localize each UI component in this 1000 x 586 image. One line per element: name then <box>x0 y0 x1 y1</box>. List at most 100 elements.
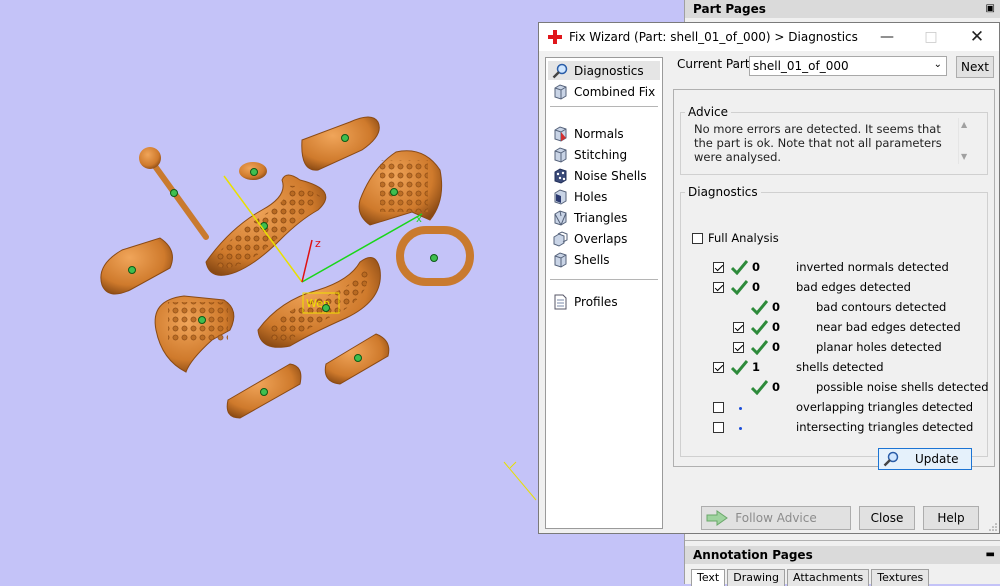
green-check-icon <box>751 300 768 315</box>
resize-grip-icon[interactable] <box>989 523 997 531</box>
nav-item-label: Diagnostics <box>574 63 644 78</box>
green-check-icon <box>751 380 768 395</box>
intersecting-triangles-label: intersecting triangles detected <box>796 420 974 434</box>
nav-item-normals[interactable]: Normals <box>548 124 660 143</box>
nav-item-profiles[interactable]: Profiles <box>548 292 660 311</box>
nav-item-noise-shells[interactable]: Noise Shells <box>548 166 660 185</box>
part-left-clasp[interactable] <box>100 237 173 295</box>
normals-cube-icon <box>554 125 567 142</box>
shells-icon <box>554 251 567 268</box>
near-bad-edges-checkbox[interactable] <box>733 322 744 333</box>
part-top-clasp[interactable] <box>301 116 380 171</box>
tab-attachments[interactable]: Attachments <box>787 569 870 586</box>
holes-cube-icon <box>554 188 567 205</box>
maximize-icon[interactable]: □ <box>921 27 941 47</box>
overlapping-triangles-label: overlapping triangles detected <box>796 400 974 414</box>
help-button[interactable]: Help <box>923 506 979 530</box>
full-analysis-checkbox[interactable] <box>692 233 703 244</box>
part-flat-bar[interactable] <box>226 363 302 419</box>
nav-item-diagnostics[interactable]: Diagnostics <box>548 61 660 80</box>
nav-item-overlaps[interactable]: Overlaps <box>548 229 660 248</box>
close-icon[interactable]: ✕ <box>967 27 987 47</box>
bad-edges-checkbox[interactable] <box>713 282 724 293</box>
axis-z-label: z <box>315 237 321 250</box>
near-bad-edges-count: 0 <box>772 320 781 334</box>
nav-item-label: Profiles <box>574 294 618 309</box>
follow-advice-button[interactable]: Follow Advice <box>701 506 851 530</box>
status-dot-icon <box>739 407 742 410</box>
current-part-label: Current Part: <box>677 57 754 71</box>
planar-holes-label: planar holes detected <box>816 340 942 354</box>
advice-scrollbar[interactable]: ▲ ▼ <box>958 118 973 164</box>
current-part-select[interactable]: shell_01_of_000 ⌄ <box>749 56 947 76</box>
tab-text[interactable]: Text <box>691 569 726 586</box>
part-pages-title: Part Pages <box>693 2 766 16</box>
scroll-up-icon[interactable]: ▲ <box>961 120 967 129</box>
near-bad-edges-label: near bad edges detected <box>816 320 961 334</box>
update-button[interactable]: Update <box>878 448 972 470</box>
planar-holes-checkbox[interactable] <box>733 342 744 353</box>
origin-marker <box>503 461 537 501</box>
tab-textures[interactable]: Textures <box>871 569 930 586</box>
inverted-normals-count: 0 <box>752 260 761 274</box>
axis-x-label: x <box>416 214 422 225</box>
red-cross-icon <box>548 30 562 44</box>
nav-item-label: Triangles <box>574 210 628 225</box>
green-check-icon <box>731 260 748 275</box>
part-pin[interactable] <box>139 147 209 240</box>
part-lower-s-bar[interactable]: Wep <box>257 257 381 348</box>
nav-item-label: Overlaps <box>574 231 628 246</box>
nav-item-shells[interactable]: Shells <box>548 250 660 269</box>
bad-edges-label: bad edges detected <box>796 280 911 294</box>
part-bead[interactable] <box>239 162 267 180</box>
status-dot-icon <box>739 427 742 430</box>
nav-item-stitching[interactable]: Stitching <box>548 145 660 164</box>
part-right-arm[interactable] <box>358 150 443 226</box>
inverted-normals-label: inverted normals detected <box>796 260 949 274</box>
magnifier-icon <box>883 451 899 467</box>
nav-item-triangles[interactable]: Triangles <box>548 208 660 227</box>
inverted-normals-checkbox[interactable] <box>713 262 724 273</box>
bad-edges-count: 0 <box>752 280 761 294</box>
pin-icon[interactable]: ▣ <box>986 0 995 18</box>
wizard-nav: Diagnostics Combined Fix Normals Stitchi… <box>545 57 663 529</box>
nav-item-holes[interactable]: Holes <box>548 187 660 206</box>
green-check-icon <box>751 320 768 335</box>
minimize-icon[interactable]: — <box>877 27 897 47</box>
green-check-icon <box>751 340 768 355</box>
nav-item-label: Holes <box>574 189 608 204</box>
bad-contours-label: bad contours detected <box>816 300 947 314</box>
planar-holes-count: 0 <box>772 340 781 354</box>
part-pages-header[interactable]: Part Pages ▣ <box>685 0 1000 18</box>
green-check-icon <box>731 280 748 295</box>
annotation-pages-header[interactable]: Annotation Pages ▬ <box>685 546 1000 564</box>
nav-item-label: Noise Shells <box>574 168 647 183</box>
part-ring[interactable] <box>396 226 474 286</box>
bad-contours-count: 0 <box>772 300 781 314</box>
part-lower-left-clasp[interactable] <box>154 295 235 373</box>
full-analysis-label: Full Analysis <box>708 231 779 245</box>
profiles-icon <box>554 294 567 309</box>
dock-icon[interactable]: ▬ <box>986 546 995 564</box>
stitching-cube-icon <box>554 146 567 163</box>
diagnostics-page: Advice No more errors are detected. It s… <box>673 89 995 470</box>
shells-checkbox[interactable] <box>713 362 724 373</box>
update-label: Update <box>915 452 959 466</box>
advice-legend: Advice <box>688 105 729 119</box>
close-button[interactable]: Close <box>859 506 915 530</box>
nav-item-combined-fix[interactable]: Combined Fix <box>548 82 660 101</box>
nav-item-label: Normals <box>574 126 624 141</box>
part-small-block[interactable] <box>324 333 390 385</box>
cube-icon <box>554 83 567 100</box>
follow-advice-label: Follow Advice <box>735 511 817 525</box>
scroll-down-icon[interactable]: ▼ <box>961 152 967 161</box>
title-bar[interactable]: Fix Wizard (Part: shell_01_of_000) > Dia… <box>539 23 999 51</box>
advice-textarea[interactable]: No more errors are detected. It seems th… <box>686 118 984 168</box>
intersecting-triangles-checkbox[interactable] <box>713 422 724 433</box>
tab-drawing[interactable]: Drawing <box>727 569 785 586</box>
next-button[interactable]: Next <box>956 56 994 78</box>
arrow-right-icon <box>706 510 728 526</box>
triangles-icon <box>554 209 567 226</box>
nav-item-label: Stitching <box>574 147 628 162</box>
overlapping-triangles-checkbox[interactable] <box>713 402 724 413</box>
